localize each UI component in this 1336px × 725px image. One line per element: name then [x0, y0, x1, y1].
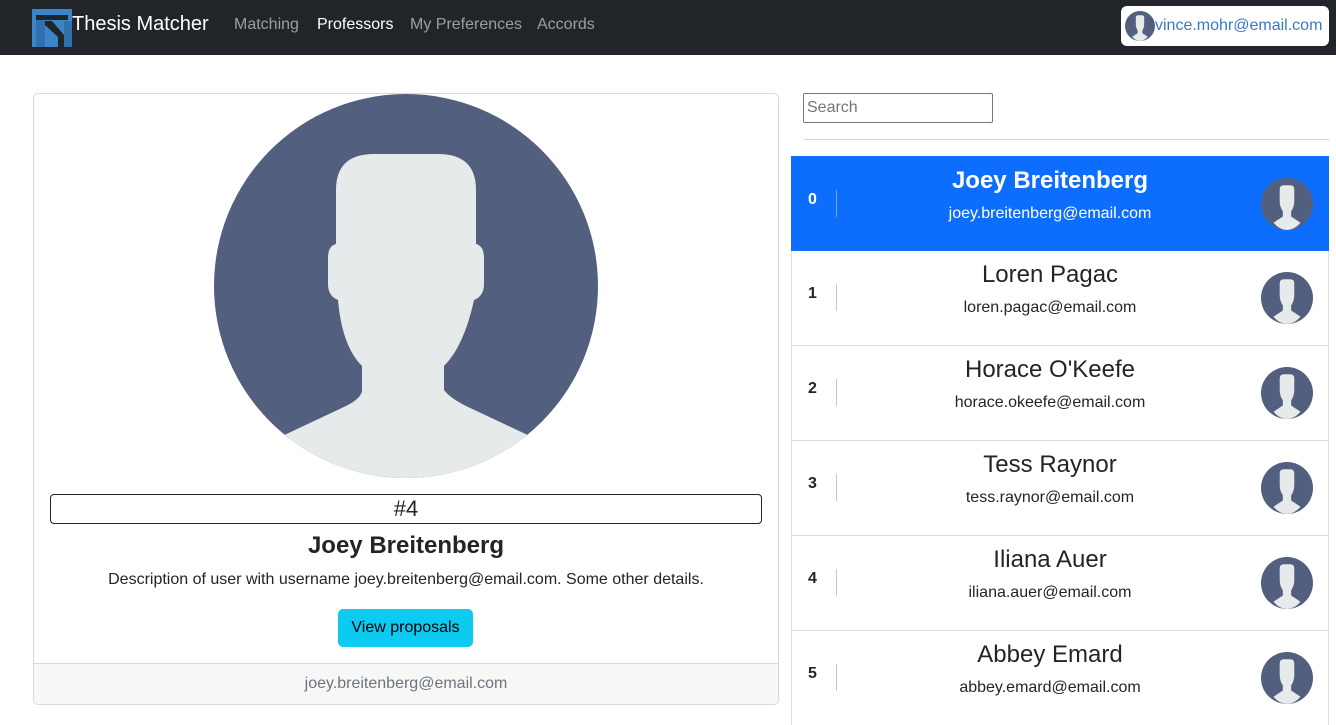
list-item-email: horace.okeefe@email.com [954, 394, 1146, 411]
nav-link-professors[interactable]: Professors [317, 16, 393, 34]
list-item-text: Iliana Auer iliana.auer@email.com [838, 546, 1262, 602]
list-item-text: Tess Raynor tess.raynor@email.com [838, 451, 1262, 507]
professor-name: Joey Breitenberg [307, 532, 505, 559]
list-item-rank: 4 [808, 570, 817, 587]
list-item-separator [836, 190, 837, 217]
list-item-name: Joey Breitenberg [951, 167, 1149, 194]
brand-link[interactable]: Thesis Matcher [32, 7, 209, 47]
list-item-rank: 2 [808, 380, 817, 397]
view-proposals-button[interactable]: View proposals [338, 609, 473, 647]
brand-name: Thesis Matcher [72, 13, 209, 35]
professor-avatar-icon [1261, 178, 1313, 230]
list-item-separator [836, 474, 837, 501]
professor-description: Description of user with username joey.b… [108, 571, 704, 588]
user-email: vince.mohr@email.com [1155, 17, 1323, 34]
list-item-name: Iliana Auer [993, 546, 1107, 573]
list-item-separator [836, 569, 837, 596]
thesis-matcher-logo-icon [32, 9, 72, 47]
list-item-email: abbey.emard@email.com [959, 679, 1141, 696]
list-item-name: Tess Raynor [983, 451, 1117, 478]
list-item-rank: 3 [808, 475, 817, 492]
search-divider [803, 139, 1329, 140]
professor-avatar-icon [1261, 272, 1313, 324]
list-item-rank: 1 [808, 285, 817, 302]
professor-list-item[interactable]: 1 Loren Pagac loren.pagac@email.com [791, 251, 1329, 346]
professor-rank: #4 [50, 494, 762, 524]
search-input[interactable] [803, 93, 993, 123]
professor-list-item[interactable]: 5 Abbey Emard abbey.emard@email.com [791, 631, 1329, 725]
list-item-separator [836, 664, 837, 691]
professor-avatar-icon [1261, 557, 1313, 609]
professor-email-footer: joey.breitenberg@email.com [34, 663, 778, 704]
list-item-email: loren.pagac@email.com [963, 299, 1137, 316]
professor-list-item[interactable]: 0 Joey Breitenberg joey.breitenberg@emai… [791, 156, 1329, 251]
professor-detail-card: #4 Joey Breitenberg Description of user … [33, 93, 779, 705]
list-item-separator [836, 379, 837, 406]
professor-list-item[interactable]: 2 Horace O'Keefe horace.okeefe@email.com [791, 346, 1329, 441]
nav-link-matching[interactable]: Matching [234, 16, 299, 34]
professor-list: 0 Joey Breitenberg joey.breitenberg@emai… [791, 156, 1329, 725]
professor-avatar-icon [1261, 652, 1313, 704]
list-item-separator [836, 284, 837, 311]
list-item-rank: 0 [808, 191, 817, 208]
nav-link-my-preferences[interactable]: My Preferences [410, 16, 522, 34]
list-item-email: joey.breitenberg@email.com [948, 205, 1152, 222]
professor-avatar-icon [214, 94, 598, 478]
list-item-text: Horace O'Keefe horace.okeefe@email.com [838, 356, 1262, 412]
list-item-name: Loren Pagac [981, 261, 1119, 288]
list-item-text: Abbey Emard abbey.emard@email.com [838, 641, 1262, 697]
professor-list-item[interactable]: 3 Tess Raynor tess.raynor@email.com [791, 441, 1329, 536]
list-item-rank: 5 [808, 665, 817, 682]
top-navbar: Thesis Matcher Matching Professors My Pr… [0, 0, 1336, 55]
user-account-button[interactable]: vince.mohr@email.com [1121, 6, 1329, 46]
professor-avatar-icon [1261, 367, 1313, 419]
nav-link-accords[interactable]: Accords [537, 16, 595, 34]
list-item-text: Loren Pagac loren.pagac@email.com [838, 261, 1262, 317]
list-item-email: iliana.auer@email.com [968, 584, 1132, 601]
list-item-email: tess.raynor@email.com [965, 489, 1135, 506]
professor-list-item[interactable]: 4 Iliana Auer iliana.auer@email.com [791, 536, 1329, 631]
professor-avatar-icon [1261, 462, 1313, 514]
list-item-name: Horace O'Keefe [964, 356, 1135, 383]
user-avatar-icon [1125, 11, 1155, 41]
list-item-text: Joey Breitenberg joey.breitenberg@email.… [838, 167, 1262, 223]
list-item-name: Abbey Emard [977, 641, 1123, 668]
